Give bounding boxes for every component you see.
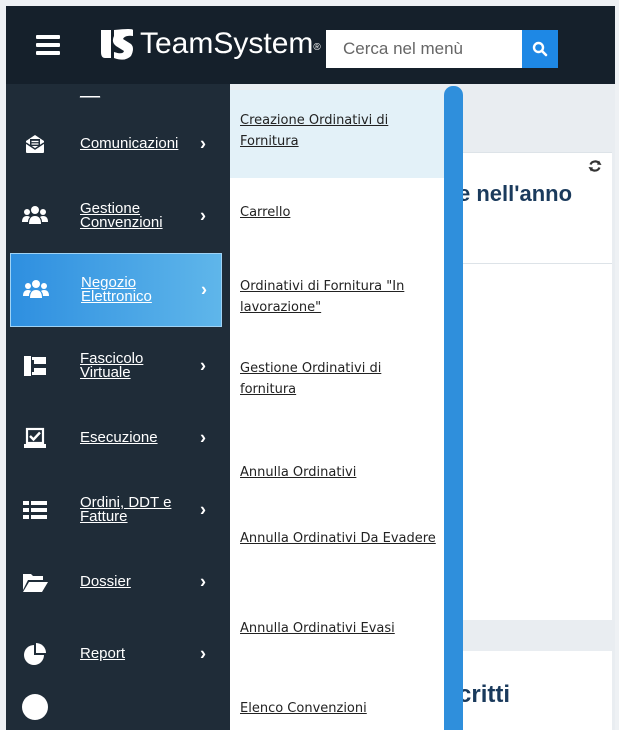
- sidebar-item-label: Report: [80, 645, 126, 662]
- submenu-item-ordinativi-in-lavorazione[interactable]: Ordinativi di Fornitura "In lavorazione": [230, 248, 444, 328]
- teamsystem-logo-icon: [101, 29, 133, 60]
- chevron-right-icon: ›: [200, 427, 206, 448]
- submenu-item-annulla-ordinativi[interactable]: Annulla Ordinativi: [230, 416, 444, 486]
- list-icon: [20, 495, 50, 525]
- submenu-item-label: Elenco Convenzioni: [240, 701, 367, 716]
- refresh-icon[interactable]: [588, 159, 602, 173]
- brand-name: TeamSystem®: [140, 27, 321, 60]
- sidebar-item-ordini-ddt-fatture[interactable]: Ordini, DDT e Fatture ›: [6, 474, 230, 546]
- search-button[interactable]: [522, 30, 558, 68]
- top-bar: TeamSystem®: [6, 6, 615, 84]
- checkbox-icon: [20, 423, 50, 453]
- submenu-item-gestione-ordinativi[interactable]: Gestione Ordinativi di fornitura: [230, 328, 444, 416]
- sidebar-item-label: Esecuzione: [80, 429, 158, 446]
- sidebar-item-dossier[interactable]: Dossier ›: [6, 546, 230, 618]
- users-icon: [20, 201, 50, 231]
- submenu-item-label: Carrello: [240, 205, 291, 220]
- sidebar-item-truncated[interactable]: ___: [80, 84, 100, 98]
- users-icon: [21, 275, 51, 305]
- sidebar-item-label: Fascicolo Virtuale: [80, 350, 144, 381]
- chevron-right-icon: ›: [200, 643, 206, 664]
- submenu-item-label: Creazione Ordinativi di Fornitura: [240, 113, 389, 149]
- folder-open-icon: [20, 567, 50, 597]
- tree-folder-icon: [20, 351, 50, 381]
- submenu-item-annulla-evasi[interactable]: Annulla Ordinativi Evasi: [230, 576, 444, 656]
- submenu-scrollbar[interactable]: [444, 86, 463, 730]
- menu-search-input[interactable]: [326, 30, 519, 68]
- submenu-item-annulla-da-evadere[interactable]: Annulla Ordinativi Da Evadere: [230, 486, 444, 576]
- submenu-item-label: Annulla Ordinativi: [240, 465, 357, 480]
- envelope-icon: [20, 129, 50, 159]
- card-title: e nell'anno: [458, 181, 573, 206]
- search-icon: [532, 41, 548, 57]
- pie-chart-icon: [20, 639, 50, 669]
- chevron-right-icon: ›: [200, 133, 206, 154]
- chevron-right-icon: ›: [200, 355, 206, 376]
- sidebar-item-negozio-elettronico[interactable]: Negozio Elettronico ›: [10, 253, 222, 327]
- menu-search-box: [326, 30, 522, 68]
- partial-icon: [22, 694, 48, 720]
- sidebar-item-label: Dossier: [80, 573, 131, 590]
- submenu-item-label: Annulla Ordinativi Da Evadere: [240, 531, 436, 546]
- app-window: TeamSystem® e nell'anno critti ___ Comun…: [6, 6, 615, 730]
- submenu-item-elenco-convenzioni[interactable]: Elenco Convenzioni: [230, 656, 444, 730]
- sidebar-item-report[interactable]: Report ›: [6, 618, 230, 690]
- submenu-panel: Creazione Ordinativi di Fornitura Carrel…: [230, 90, 444, 730]
- submenu-item-creazione-ordinativi[interactable]: Creazione Ordinativi di Fornitura: [230, 90, 444, 178]
- submenu-item-label: Ordinativi di Fornitura "In lavorazione": [240, 279, 405, 315]
- chevron-right-icon: ›: [200, 571, 206, 592]
- sidebar-item-label: Ordini, DDT e Fatture: [80, 494, 172, 525]
- submenu-item-carrello[interactable]: Carrello: [230, 178, 444, 248]
- sidebar-item-esecuzione[interactable]: Esecuzione ›: [6, 402, 230, 474]
- submenu-item-label: Annulla Ordinativi Evasi: [240, 621, 395, 636]
- sidebar-nav: ___ Comunicazioni › Gestione Convenzioni…: [6, 84, 230, 730]
- chevron-right-icon: ›: [201, 279, 207, 300]
- sidebar-item-label: Comunicazioni: [80, 135, 179, 152]
- sidebar-item-label: Gestione Convenzioni: [80, 200, 163, 231]
- sidebar-item-fascicolo-virtuale[interactable]: Fascicolo Virtuale ›: [6, 330, 230, 402]
- sidebar-item-comunicazioni[interactable]: Comunicazioni ›: [6, 108, 230, 180]
- sidebar-item-gestione-convenzioni[interactable]: Gestione Convenzioni ›: [6, 180, 230, 252]
- sidebar-item-label: Negozio Elettronico: [81, 274, 152, 305]
- submenu-item-label: Gestione Ordinativi di fornitura: [240, 361, 382, 397]
- card-title-2: critti: [458, 681, 511, 708]
- chevron-right-icon: ›: [200, 499, 206, 520]
- hamburger-menu-icon[interactable]: [36, 35, 60, 55]
- chevron-right-icon: ›: [200, 205, 206, 226]
